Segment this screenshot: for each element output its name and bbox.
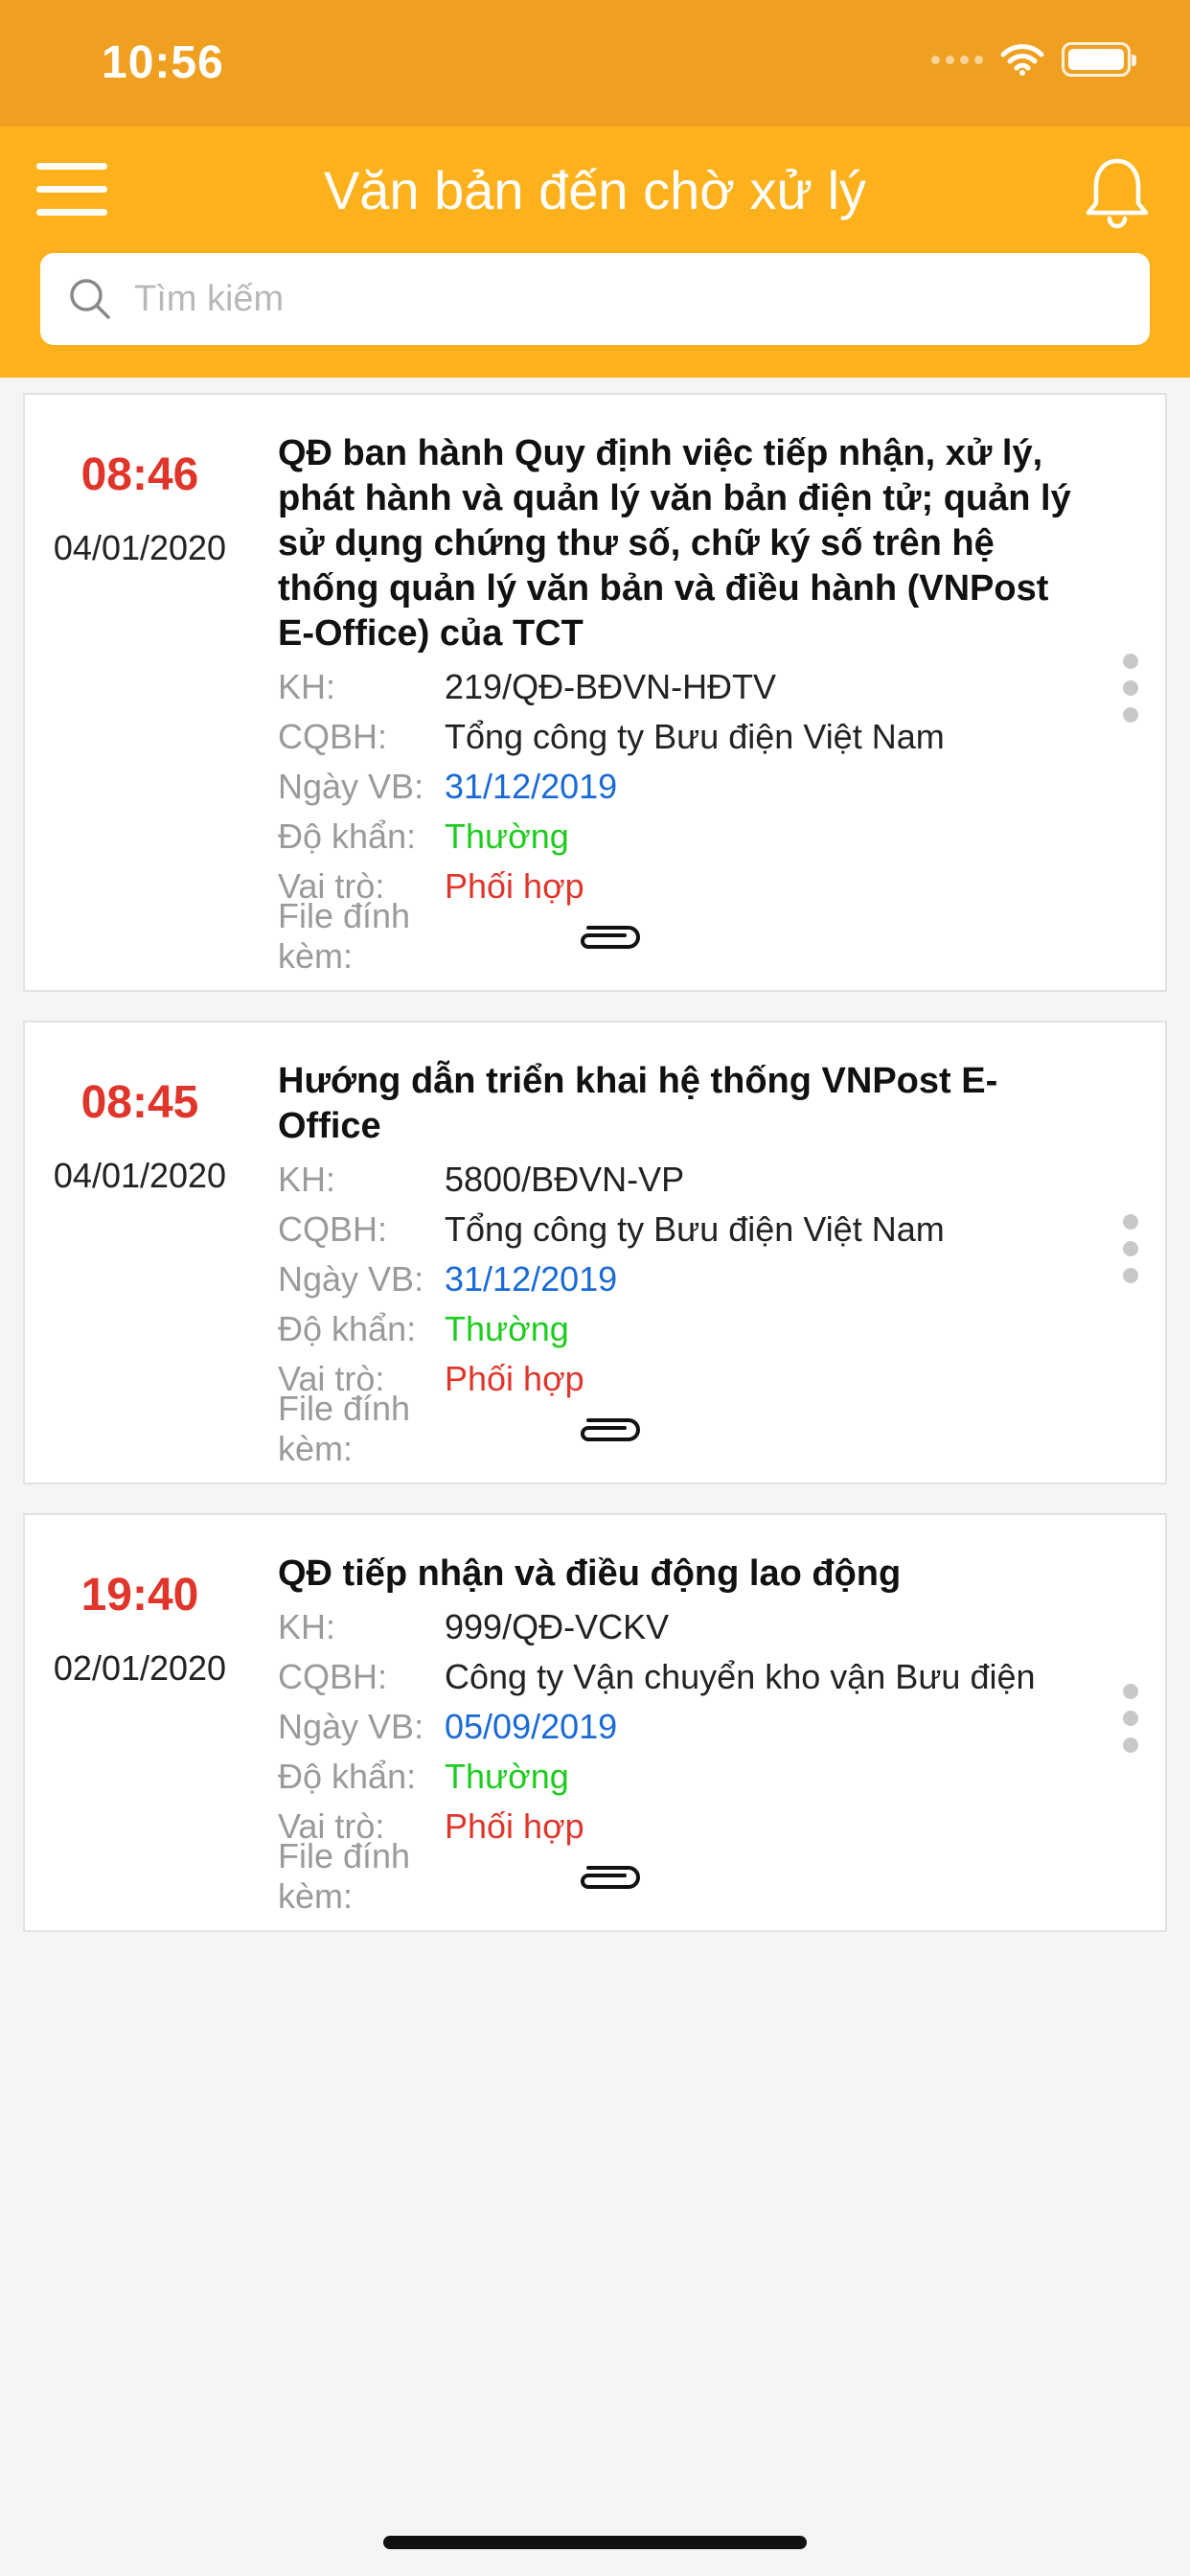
document-title: QĐ ban hành Quy định việc tiếp nhận, xử …	[278, 433, 1071, 654]
more-options-button[interactable]	[1119, 1684, 1142, 1753]
document-card[interactable]: 19:40 02/01/2020 QĐ tiếp nhận và điều độ…	[23, 1513, 1167, 1932]
wifi-icon	[1000, 44, 1044, 76]
issuer-label: CQBH:	[278, 1209, 388, 1249]
doc-date-label: Ngày VB:	[278, 1259, 424, 1299]
number-row: KH: 219/QĐ-BĐVN-HĐTV	[278, 662, 1073, 712]
document-number: 219/QĐ-BĐVN-HĐTV	[445, 667, 777, 706]
status-icons	[931, 42, 1136, 77]
attachment-row: File đính kèm:	[278, 1389, 1073, 1468]
urgency-row: Độ khẩn: Thường	[278, 1304, 1073, 1354]
attachment-row: File đính kèm:	[278, 1836, 1073, 1916]
home-indicator[interactable]	[383, 2536, 807, 2549]
doc-date-row: Ngày VB: 31/12/2019	[278, 1254, 1073, 1304]
urgency-label: Độ khẩn:	[278, 1757, 417, 1796]
number-label: KH:	[278, 667, 336, 706]
attachment-label: File đính kèm:	[278, 1836, 411, 1916]
paperclip-icon	[581, 1418, 640, 1441]
urgency-value: Thường	[445, 1309, 569, 1348]
more-options-button[interactable]	[1119, 1214, 1142, 1283]
notification-button[interactable]	[1079, 153, 1156, 230]
attachment-button[interactable]	[575, 1413, 644, 1445]
role-value: Phối hợp	[445, 866, 584, 906]
document-card[interactable]: 08:46 04/01/2020 QĐ ban hành Quy định vi…	[23, 393, 1167, 992]
doc-date-label: Ngày VB:	[278, 767, 424, 806]
received-time: 08:45	[80, 1077, 199, 1128]
doc-date-row: Ngày VB: 05/09/2019	[278, 1702, 1073, 1752]
issuer-label: CQBH:	[278, 717, 388, 756]
urgency-label: Độ khẩn:	[278, 1309, 417, 1348]
more-vertical-icon	[1123, 654, 1138, 669]
received-datetime: 08:45 04/01/2020	[25, 1076, 255, 1196]
more-options-button[interactable]	[1119, 654, 1142, 723]
number-row: KH: 999/QĐ-VCKV	[278, 1602, 1073, 1652]
urgency-label: Độ khẩn:	[278, 816, 417, 856]
battery-icon	[1062, 42, 1136, 77]
attachment-label: File đính kèm:	[278, 1389, 411, 1468]
cellular-signal-icon	[931, 55, 983, 64]
received-datetime: 08:46 04/01/2020	[25, 448, 255, 568]
urgency-row: Độ khẩn: Thường	[278, 812, 1073, 862]
document-number: 999/QĐ-VCKV	[445, 1607, 670, 1646]
search-bar[interactable]	[40, 253, 1150, 345]
doc-date-label: Ngày VB:	[278, 1707, 424, 1746]
received-date: 04/01/2020	[53, 1156, 227, 1195]
received-date: 02/01/2020	[53, 1648, 227, 1688]
app-header: Văn bản đến chờ xử lý	[0, 126, 1190, 378]
status-time: 10:56	[102, 37, 224, 88]
doc-date-value: 05/09/2019	[445, 1707, 618, 1746]
received-time: 08:46	[80, 449, 199, 500]
doc-date-value: 31/12/2019	[445, 1259, 618, 1299]
issuer-value: Công ty Vận chuyển kho vận Bưu điện	[445, 1657, 1036, 1696]
issuer-row: CQBH: Tổng công ty Bưu điện Việt Nam	[278, 712, 1073, 762]
page-title: Văn bản đến chờ xử lý	[323, 160, 867, 220]
issuer-value: Tổng công ty Bưu điện Việt Nam	[445, 1209, 945, 1249]
doc-date-value: 31/12/2019	[445, 767, 618, 806]
urgency-row: Độ khẩn: Thường	[278, 1752, 1073, 1802]
more-vertical-icon	[1123, 1214, 1138, 1230]
doc-date-row: Ngày VB: 31/12/2019	[278, 762, 1073, 812]
urgency-value: Thường	[445, 816, 569, 856]
attachment-label: File đính kèm:	[278, 896, 411, 976]
document-card[interactable]: 08:45 04/01/2020 Hướng dẫn triển khai hệ…	[23, 1021, 1167, 1484]
number-label: KH:	[278, 1607, 336, 1646]
search-icon	[70, 279, 110, 319]
document-title: QĐ tiếp nhận và điều động lao động	[278, 1553, 902, 1594]
attachment-button[interactable]	[575, 1860, 644, 1893]
received-time: 19:40	[80, 1570, 199, 1621]
search-input[interactable]	[134, 278, 1092, 320]
number-label: KH:	[278, 1160, 336, 1199]
document-number: 5800/BĐVN-VP	[445, 1160, 685, 1199]
issuer-row: CQBH: Công ty Vận chuyển kho vận Bưu điệ…	[278, 1652, 1073, 1702]
document-title: Hướng dẫn triển khai hệ thống VNPost E-O…	[278, 1061, 998, 1146]
attachment-row: File đính kèm:	[278, 896, 1073, 976]
paperclip-icon	[581, 1866, 640, 1889]
issuer-label: CQBH:	[278, 1657, 388, 1696]
received-date: 04/01/2020	[53, 528, 227, 567]
issuer-row: CQBH: Tổng công ty Bưu điện Việt Nam	[278, 1205, 1073, 1254]
issuer-value: Tổng công ty Bưu điện Việt Nam	[445, 717, 945, 756]
received-datetime: 19:40 02/01/2020	[25, 1569, 255, 1689]
urgency-value: Thường	[445, 1757, 569, 1796]
document-list: 08:46 04/01/2020 QĐ ban hành Quy định vi…	[23, 393, 1167, 1961]
more-vertical-icon	[1123, 1684, 1138, 1699]
bell-icon	[1086, 158, 1149, 229]
number-row: KH: 5800/BĐVN-VP	[278, 1155, 1073, 1205]
role-value: Phối hợp	[445, 1806, 584, 1846]
status-bar: 10:56	[0, 0, 1190, 126]
role-value: Phối hợp	[445, 1359, 584, 1398]
paperclip-icon	[581, 926, 640, 949]
attachment-button[interactable]	[575, 920, 644, 953]
